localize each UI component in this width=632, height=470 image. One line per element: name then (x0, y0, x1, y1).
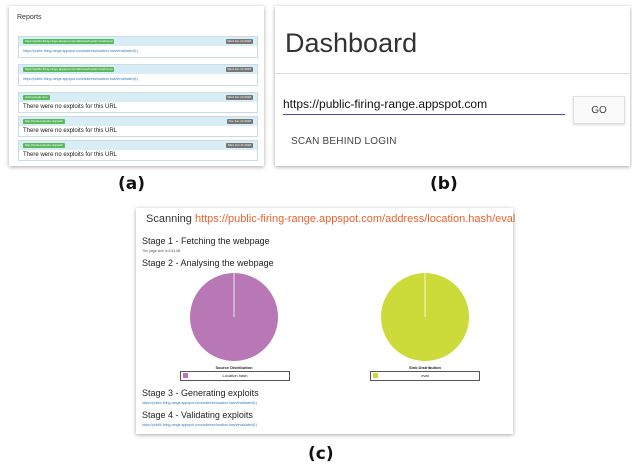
caption-b: (b) (430, 174, 458, 194)
sink-chart-caption: Sink Distribution (409, 365, 441, 370)
stage-3-exploit-link[interactable]: https://public-firing-range.appspot.com/… (142, 401, 257, 405)
source-legend: Location.hash (180, 371, 290, 381)
dashboard-panel: Dashboard GO SCAN BEHIND LOGIN (275, 6, 630, 166)
caption-a: (a) (118, 174, 146, 194)
scanning-heading: Scanning https://public-firing-range.app… (146, 213, 515, 225)
sink-distribution-pie (381, 273, 469, 361)
report-url-badge[interactable]: http://www.example.org/path (23, 119, 65, 124)
report-header: http://www.example.org/path Tue Jun 12 2… (19, 117, 257, 126)
report-exploit-link[interactable]: https://public-firing-range.appspot.com/… (19, 74, 257, 85)
page-title: Dashboard (285, 28, 418, 58)
report-url-badge[interactable]: https://public-firing-range.appspot.com/… (23, 39, 115, 44)
report-message: There were no exploits for this URL (23, 128, 118, 134)
stage-4-title: Stage 4 - Validating exploits (142, 410, 253, 420)
report-url-badge[interactable]: www.google.com (23, 95, 50, 100)
report-date-badge: Tue Jun 12 2018 (226, 119, 253, 124)
report-date-badge: Wed Jun 13 2018 (225, 95, 253, 100)
stage-1-detail: The page size is 6.54 kB (142, 249, 181, 253)
report-header: http://www.example.org/path Mon Jun 11 2… (19, 141, 257, 150)
divider (275, 73, 630, 74)
report-date-badge: Wed Jun 13 2018 (225, 39, 253, 44)
scan-progress-panel: Scanning https://public-firing-range.app… (136, 208, 515, 434)
reports-title: Reports (17, 14, 42, 21)
sink-legend: eval (370, 371, 480, 381)
stage-2-title: Stage 2 - Analysing the webpage (142, 258, 274, 268)
scan-behind-login-button[interactable]: SCAN BEHIND LOGIN (291, 136, 397, 147)
report-item[interactable]: https://public-firing-range.appspot.com/… (18, 36, 258, 58)
source-distribution-pie (190, 273, 278, 361)
source-legend-label: Location.hash (222, 373, 248, 378)
report-header: https://public-firing-range.appspot.com/… (19, 37, 257, 46)
stage-4-exploit-link[interactable]: https://public-firing-range.appspot.com/… (142, 423, 257, 427)
scanning-label: Scanning (146, 213, 192, 225)
report-url-badge[interactable]: https://public-firing-range.appspot.com/… (23, 67, 115, 72)
scanning-url[interactable]: https://public-firing-range.appspot.com/… (195, 213, 515, 225)
go-button[interactable]: GO (573, 96, 625, 124)
report-item[interactable]: http://www.example.org/path Mon Jun 11 2… (18, 140, 258, 161)
report-header: www.google.com Wed Jun 13 2018 (19, 93, 257, 102)
reports-panel: Reports https://public-firing-range.apps… (9, 6, 264, 166)
report-exploit-link[interactable]: https://public-firing-range.appspot.com/… (19, 46, 257, 57)
sink-legend-label: eval (421, 373, 429, 378)
report-message: There were no exploits for this URL (23, 104, 118, 110)
report-date-badge: Wed Jun 13 2018 (225, 67, 253, 72)
report-message: There were no exploits for this URL (23, 152, 118, 158)
report-url-badge[interactable]: http://www.example.org/path (23, 143, 65, 148)
source-chart-caption: Source Distribution (215, 365, 253, 370)
report-date-badge: Mon Jun 11 2018 (226, 143, 253, 148)
report-header: https://public-firing-range.appspot.com/… (19, 65, 257, 74)
caption-c: (c) (308, 444, 334, 464)
url-input[interactable] (283, 94, 565, 115)
report-item[interactable]: https://public-firing-range.appspot.com/… (18, 64, 258, 86)
report-item[interactable]: www.google.com Wed Jun 13 2018 There wer… (18, 92, 258, 113)
stage-1-title: Stage 1 - Fetching the webpage (142, 236, 270, 246)
report-item[interactable]: http://www.example.org/path Tue Jun 12 2… (18, 116, 258, 137)
stage-3-title: Stage 3 - Generating exploits (142, 388, 259, 398)
